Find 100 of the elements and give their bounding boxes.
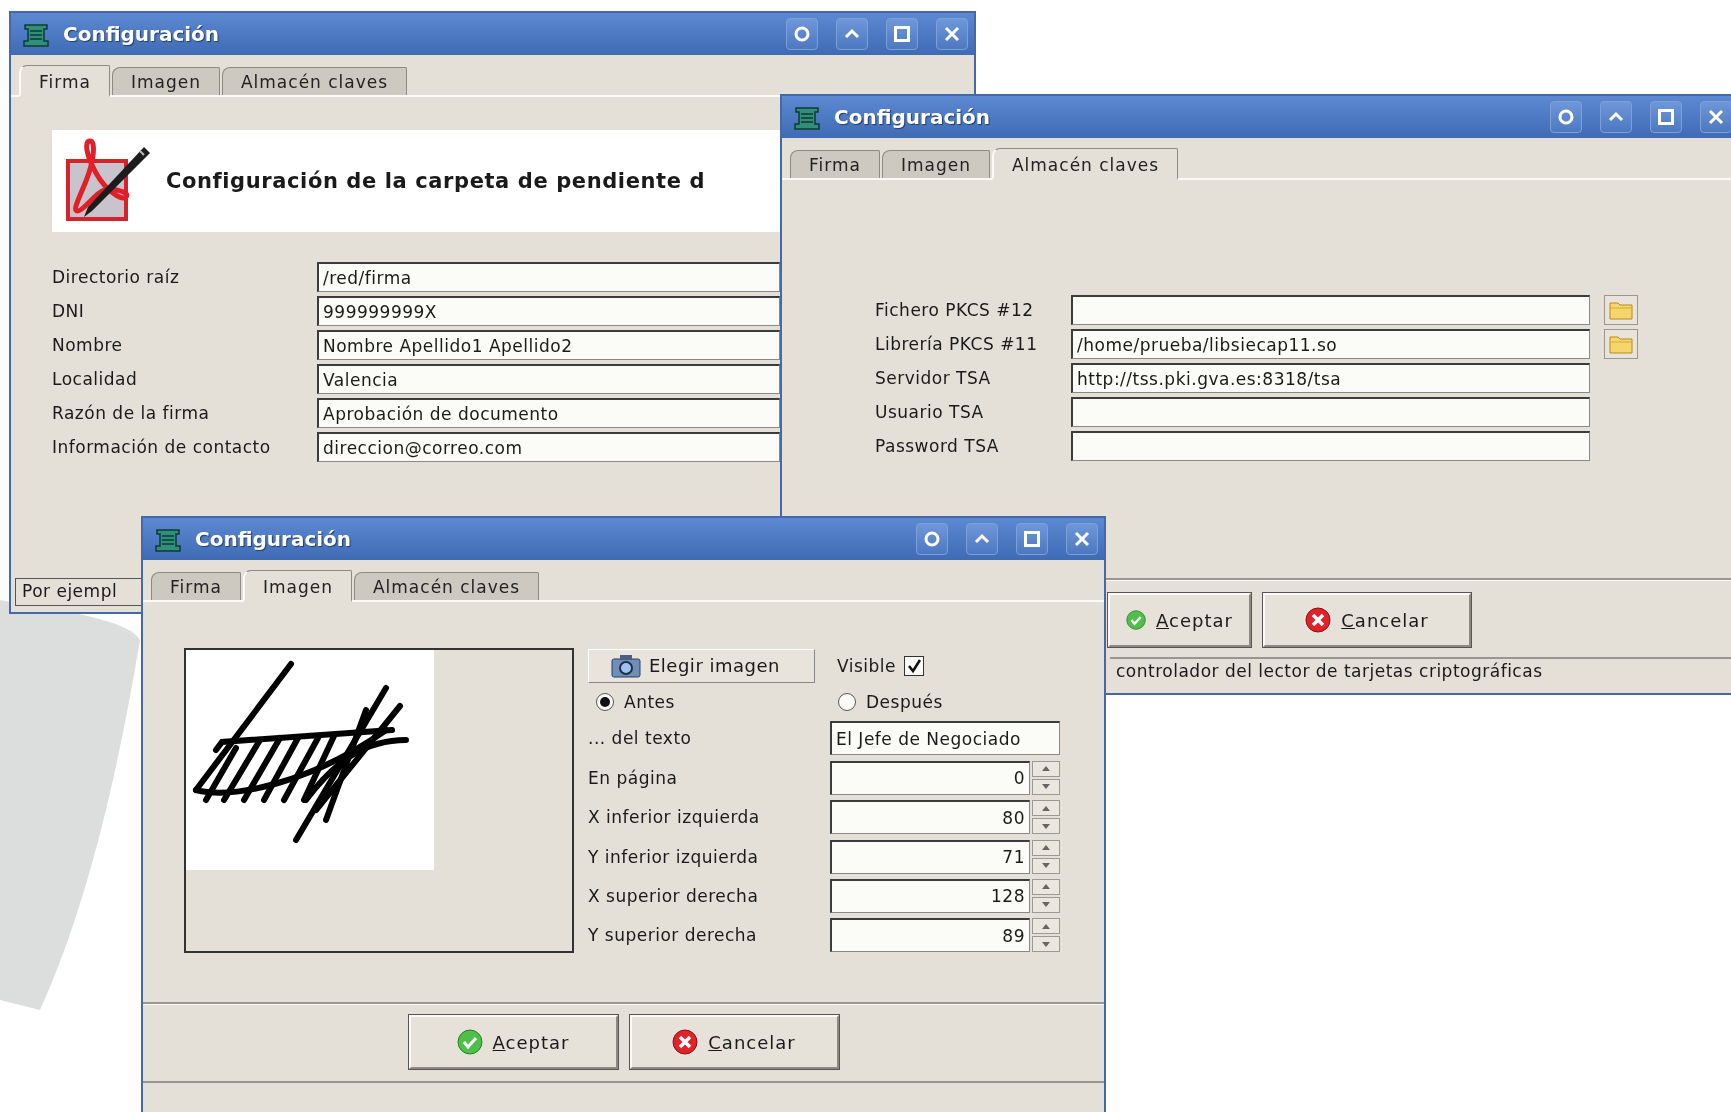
field-label: Librería PKCS #11 [875, 334, 1039, 354]
tab[interactable]: Imagen [242, 570, 352, 602]
spin-up-button[interactable] [1032, 839, 1060, 856]
accept-button[interactable]: Aceptar [1108, 593, 1251, 647]
input-field[interactable] [1071, 295, 1590, 325]
check-icon [1126, 607, 1147, 633]
tab[interactable]: Almacén claves [353, 572, 540, 600]
field-label: X superior derecha [588, 885, 760, 906]
field-label: DNI [52, 301, 86, 321]
spin-up-button[interactable] [1032, 918, 1060, 935]
shade-button[interactable] [966, 523, 998, 555]
arrow-down-icon [1042, 941, 1050, 947]
banner-heading: Configuración de la carpeta de pendiente d [166, 169, 706, 193]
close-button[interactable] [1700, 101, 1731, 133]
cancel-icon [1305, 607, 1332, 633]
input-field[interactable]: /red/firma [317, 262, 780, 292]
field-label: Razón de la firma [52, 403, 211, 423]
ring-icon [793, 25, 811, 43]
input-field[interactable] [1071, 397, 1590, 427]
shade-button[interactable] [836, 18, 868, 50]
ring-button[interactable] [916, 523, 948, 555]
position-radio[interactable]: Después [830, 688, 1060, 717]
input-field[interactable]: Valencia [317, 364, 780, 394]
input-field[interactable] [1071, 431, 1590, 461]
ring-icon [923, 530, 941, 548]
input-field[interactable]: direccion@correo.com [317, 432, 780, 462]
spin-down-button[interactable] [1032, 778, 1060, 795]
close-button[interactable] [936, 18, 968, 50]
shade-button[interactable] [1600, 101, 1632, 133]
tab[interactable]: Imagen [881, 150, 990, 178]
visible-checkbox[interactable] [904, 655, 925, 676]
arrow-down-icon [1042, 902, 1050, 908]
maximize-icon [1023, 530, 1041, 548]
ring-button[interactable] [786, 18, 818, 50]
tab[interactable]: Firma [151, 572, 241, 600]
arrow-down-icon [1042, 784, 1050, 790]
number-field[interactable]: 128 [830, 878, 1030, 913]
arrow-down-icon [1042, 823, 1050, 829]
maximize-icon [893, 25, 911, 43]
arrow-down-icon [1042, 863, 1050, 869]
field-label: Nombre [52, 335, 124, 355]
spin-down-button[interactable] [1032, 818, 1060, 835]
window-title: Configuración [63, 22, 221, 46]
cancel-button[interactable]: Cancelar [1263, 593, 1471, 647]
field-label: X inferior izquierda [588, 807, 761, 828]
spin-up-button[interactable] [1032, 760, 1060, 777]
arrow-up-icon [1042, 884, 1050, 890]
spin-up-button[interactable] [1032, 800, 1060, 817]
check-icon [456, 1029, 483, 1055]
input-field[interactable]: Aprobación de documento [317, 398, 780, 428]
field-label: ... del texto [588, 728, 693, 749]
maximize-button[interactable] [886, 18, 918, 50]
cancel-icon [672, 1029, 699, 1055]
spin-down-button[interactable] [1032, 936, 1060, 953]
arrow-up-icon [1042, 923, 1050, 929]
field-label: En página [588, 767, 679, 788]
field-label: Usuario TSA [875, 402, 985, 422]
number-field[interactable]: 71 [830, 839, 1030, 874]
maximize-button[interactable] [1650, 101, 1682, 133]
accept-button[interactable]: Aceptar [408, 1015, 618, 1069]
number-field[interactable]: 89 [830, 918, 1030, 953]
tab[interactable]: Firma [19, 65, 110, 97]
cancel-button[interactable]: Cancelar [629, 1015, 839, 1069]
tab[interactable]: Imagen [111, 67, 220, 95]
tab[interactable]: Firma [790, 150, 880, 178]
maximize-button[interactable] [1016, 523, 1048, 555]
input-field[interactable]: http://tss.pki.gva.es:8318/tsa [1071, 363, 1590, 393]
window-title: Configuración [834, 105, 992, 129]
choose-image-button[interactable]: Elegir imagen [588, 648, 815, 683]
input-field[interactable]: El Jefe de Negociado [830, 721, 1060, 756]
arrow-up-icon [1042, 805, 1050, 811]
window-title: Configuración [195, 527, 353, 551]
input-field[interactable]: 999999999X [317, 296, 780, 326]
number-field[interactable]: 80 [830, 800, 1030, 835]
field-label: Información de contacto [52, 437, 272, 457]
spin-down-button[interactable] [1032, 896, 1060, 913]
close-icon [943, 25, 961, 43]
field-label: Y inferior izquierda [588, 846, 760, 867]
number-field[interactable]: 0 [830, 760, 1030, 795]
spin-up-button[interactable] [1032, 878, 1060, 895]
input-field[interactable]: /home/prueba/libsiecap11.so [1071, 329, 1590, 359]
close-icon [1707, 108, 1725, 126]
status-bar: controlador del lector de tarjetas criptográficas [1110, 657, 1731, 693]
input-field[interactable]: Nombre Apellido1 Apellido2 [317, 330, 780, 360]
tab[interactable]: Almacén claves [221, 67, 408, 95]
close-button[interactable] [1066, 523, 1098, 555]
tab[interactable]: Almacén claves [991, 148, 1179, 180]
spin-down-button[interactable] [1032, 857, 1060, 874]
ring-button[interactable] [1550, 101, 1582, 133]
position-radio[interactable]: Antes [588, 688, 830, 717]
field-label: Servidor TSA [875, 368, 992, 388]
visible-label: Visible [837, 655, 897, 676]
folder-icon [1609, 300, 1633, 320]
field-label: Fichero PKCS #12 [875, 300, 1035, 320]
folder-icon [1609, 334, 1633, 354]
field-label: Y superior derecha [588, 925, 759, 946]
field-label: Localidad [52, 369, 139, 389]
camera-icon [611, 653, 641, 678]
ring-icon [1557, 108, 1575, 126]
field-label: Directorio raíz [52, 267, 181, 287]
